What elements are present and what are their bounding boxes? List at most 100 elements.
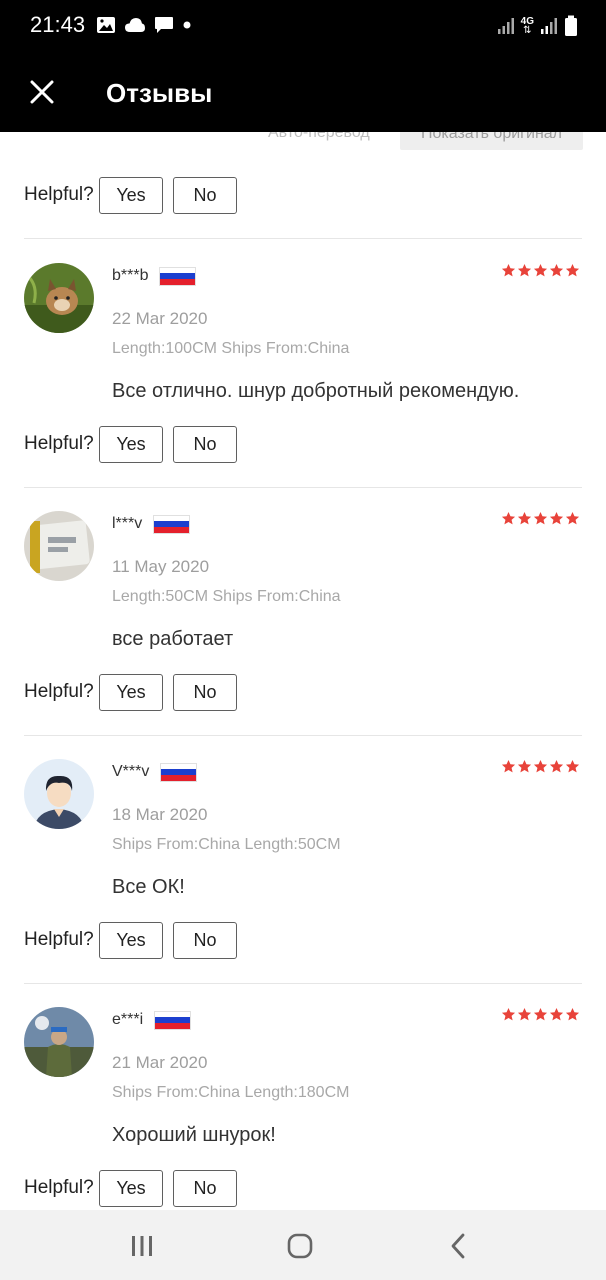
rating-stars [501,1007,580,1022]
star-icon [517,759,532,773]
review-attributes: Ships From:China Length:180CM [112,1084,350,1101]
review-attributes: Ships From:China Length:50CM [112,836,341,853]
reviewer-name: l***v [112,515,190,533]
review-item: e***i 21 Mar 2020 Ships From:China Lengt… [0,983,606,1210]
review-text: Хороший шнурок! [112,1124,276,1146]
review-date: 21 Mar 2020 [112,1053,208,1072]
star-icon [501,511,516,525]
close-button[interactable] [22,72,62,112]
home-button[interactable] [280,1230,320,1262]
lynx-photo-avatar[interactable] [24,263,94,333]
star-icon [533,263,548,277]
rating-stars [501,263,580,278]
star-icon [549,759,564,773]
helpful-row: Helpful? Yes No [24,175,247,215]
star-icon [565,511,580,525]
default-person-icon [24,759,94,829]
russia-flag-icon [154,515,190,533]
close-icon [30,80,54,104]
helpful-label: Helpful? [24,1177,94,1198]
star-icon [533,511,548,525]
star-icon [501,263,516,277]
rating-stars [501,759,580,774]
page-title: Отзывы [106,78,213,108]
default-person-avatar[interactable] [24,759,94,829]
gallery-icon [97,17,115,33]
status-time: 21:43 [30,12,86,37]
soldier-photo-icon [24,1007,94,1077]
helpful-label: Helpful? [24,433,94,454]
helpful-no-button[interactable]: No [173,1169,237,1207]
back-icon [451,1233,465,1259]
helpful-label: Helpful? [24,681,94,702]
helpful-yes-button[interactable]: Yes [99,1169,163,1207]
network-type-icon: 4G ⇅ [520,16,534,36]
helpful-no-button[interactable]: No [173,921,237,959]
helpful-label: Helpful? [24,929,94,950]
show-original-button[interactable]: Показать оригинал [400,132,583,150]
signal-2-icon [541,18,557,34]
auto-translate-link[interactable]: Авто-перевод [268,132,370,142]
review-attributes: Length:50CM Ships From:China [112,588,341,605]
helpful-no-button[interactable]: No [173,673,237,711]
helpful-no-button[interactable]: No [173,176,237,214]
helpful-yes-button[interactable]: Yes [99,673,163,711]
reviewer-name: V***v [112,763,197,781]
lynx-photo-icon [24,263,94,333]
app-bar: Отзывы [0,52,606,132]
recent-apps-button[interactable] [122,1230,162,1262]
star-icon [565,759,580,773]
review-date: 18 Mar 2020 [112,805,208,824]
star-icon [501,759,516,773]
russia-flag-icon [160,267,196,285]
review-text: все работает [112,628,234,650]
battery-icon [565,15,577,36]
home-icon [287,1233,313,1259]
review-attributes: Length:100CM Ships From:China [112,340,350,357]
signal-icon [497,18,514,34]
review-text: Все ОК! [112,876,185,898]
status-bar: 21:43 4G ⇅ [0,0,606,52]
helpful-no-button[interactable]: No [173,425,237,463]
back-button[interactable] [438,1230,478,1262]
package-photo-avatar[interactable] [24,511,94,581]
helpful-yes-button[interactable]: Yes [99,425,163,463]
soldier-photo-avatar[interactable] [24,1007,94,1077]
helpful-row: Helpful? Yes No [24,424,247,464]
package-photo-icon [24,511,94,581]
recent-apps-icon [132,1236,152,1256]
translate-row: Авто-перевод Показать оригинал [0,132,606,158]
helpful-row: Helpful? Yes No [24,1168,247,1208]
reviewer-name: e***i [112,1011,191,1029]
review-date: 11 May 2020 [112,557,210,576]
star-icon [517,263,532,277]
star-icon [549,511,564,525]
star-icon [533,1007,548,1021]
helpful-yes-button[interactable]: Yes [99,921,163,959]
russia-flag-icon [155,1011,191,1029]
review-date: 22 Mar 2020 [112,309,208,328]
star-icon [565,1007,580,1021]
helpful-yes-button[interactable]: Yes [99,176,163,214]
message-icon [155,17,173,33]
helpful-label: Helpful? [24,184,94,205]
star-icon [517,1007,532,1021]
system-navigation-bar [0,1210,606,1280]
cloud-icon [125,18,145,32]
rating-stars [501,511,580,526]
star-icon [533,759,548,773]
reviews-list[interactable]: Авто-перевод Показать оригинал Helpful? … [0,132,606,1210]
star-icon [549,263,564,277]
review-item: b***b 22 Mar 2020 Length:100CM Ships Fro… [0,239,606,487]
star-icon [501,1007,516,1021]
review-text: Все отлично. шнур добротный рекомендую. [112,380,520,402]
reviewer-name: b***b [112,267,196,285]
review-item: V***v 18 Mar 2020 Ships From:China Lengt… [0,735,606,983]
notification-icons [96,14,192,36]
helpful-row: Helpful? Yes No [24,672,247,712]
dot-icon [183,21,191,29]
star-icon [565,263,580,277]
star-icon [517,511,532,525]
review-item: l***v 11 May 2020 Length:50CM Ships From… [0,487,606,735]
star-icon [549,1007,564,1021]
